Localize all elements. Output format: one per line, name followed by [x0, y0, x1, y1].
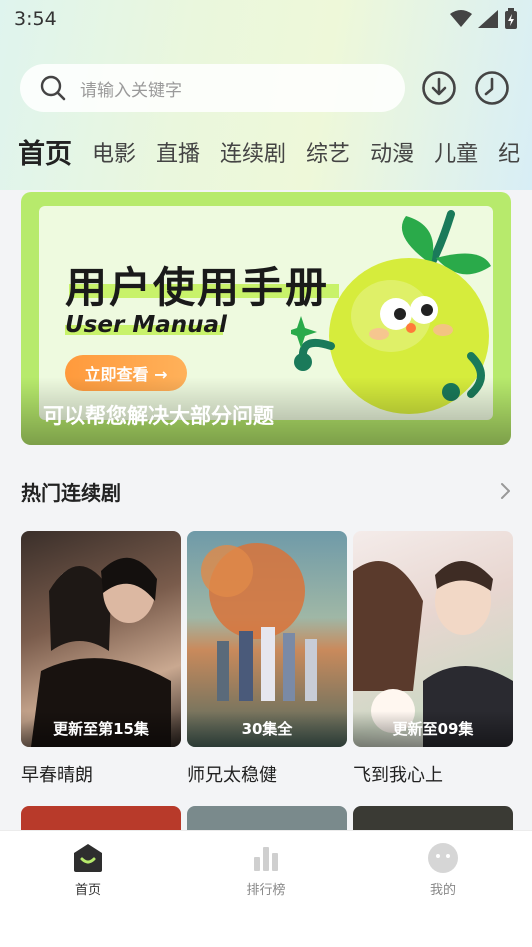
- section-header[interactable]: 热门连续剧: [21, 474, 513, 508]
- status-icons: [450, 8, 518, 30]
- battery-icon: [505, 8, 517, 29]
- tab-home[interactable]: 首页: [18, 140, 72, 170]
- banner[interactable]: 用户使用手册 User Manual 立即查看 → 可以帮您解决大部分问题: [21, 192, 511, 445]
- series-card[interactable]: 更新至第15集 早春晴朗: [21, 531, 181, 787]
- category-tabs: 首页 电影 直播 连续剧 综艺 动漫 儿童 纪: [18, 130, 532, 170]
- tab-live[interactable]: 直播: [156, 140, 200, 170]
- nav-ranking[interactable]: 排行榜: [216, 841, 316, 898]
- nav-profile[interactable]: 我的: [393, 841, 493, 898]
- poster-image: 30集全: [187, 531, 347, 747]
- section-title: 热门连续剧: [21, 480, 121, 505]
- chevron-right-icon[interactable]: [499, 481, 513, 501]
- nav-home-label: 首页: [74, 883, 101, 898]
- episode-badge: 更新至09集: [353, 711, 513, 747]
- clock-icon: [475, 71, 510, 105]
- nav-profile-label: 我的: [429, 883, 456, 898]
- banner-subtitle: User Manual: [65, 312, 227, 338]
- signal-icon: [478, 10, 498, 28]
- history-button[interactable]: [472, 68, 512, 108]
- nav-home[interactable]: 首页: [38, 841, 138, 898]
- nav-ranking-label: 排行榜: [246, 883, 286, 898]
- series-title: 师兄太稳健: [187, 765, 277, 786]
- episode-badge: 30集全: [187, 711, 347, 747]
- profile-icon: [426, 841, 460, 875]
- ranking-icon: [249, 841, 283, 875]
- series-card[interactable]: 更新至09集 飞到我心上: [353, 531, 513, 787]
- tab-series[interactable]: 连续剧: [220, 140, 286, 170]
- search-row: 请输入关键字: [20, 62, 512, 114]
- tab-kids[interactable]: 儿童: [434, 140, 478, 170]
- tab-documentary[interactable]: 纪: [498, 140, 520, 170]
- wifi-icon: [450, 10, 472, 27]
- tab-movies[interactable]: 电影: [92, 140, 136, 170]
- download-button[interactable]: [419, 68, 459, 108]
- banner-title: 用户使用手册: [65, 263, 330, 312]
- series-title: 飞到我心上: [353, 765, 443, 786]
- poster-image: 更新至第15集: [21, 531, 181, 747]
- series-card[interactable]: 30集全 师兄太稳健: [187, 531, 347, 787]
- poster-image: 更新至09集: [353, 531, 513, 747]
- series-title: 早春晴朗: [21, 765, 93, 786]
- status-time: 3:54: [14, 8, 57, 30]
- home-icon: [71, 841, 105, 875]
- tab-anime[interactable]: 动漫: [370, 140, 414, 170]
- tab-variety[interactable]: 综艺: [306, 140, 350, 170]
- banner-caption: 可以帮您解决大部分问题: [43, 404, 274, 428]
- status-bar: 3:54: [0, 0, 532, 38]
- search-placeholder: 请输入关键字: [80, 80, 182, 101]
- search-input[interactable]: 请输入关键字: [20, 64, 405, 112]
- episode-badge: 更新至第15集: [21, 711, 181, 747]
- search-icon: [40, 75, 66, 101]
- download-icon: [421, 71, 456, 105]
- bottom-nav: 首页 排行榜 我的: [0, 830, 532, 947]
